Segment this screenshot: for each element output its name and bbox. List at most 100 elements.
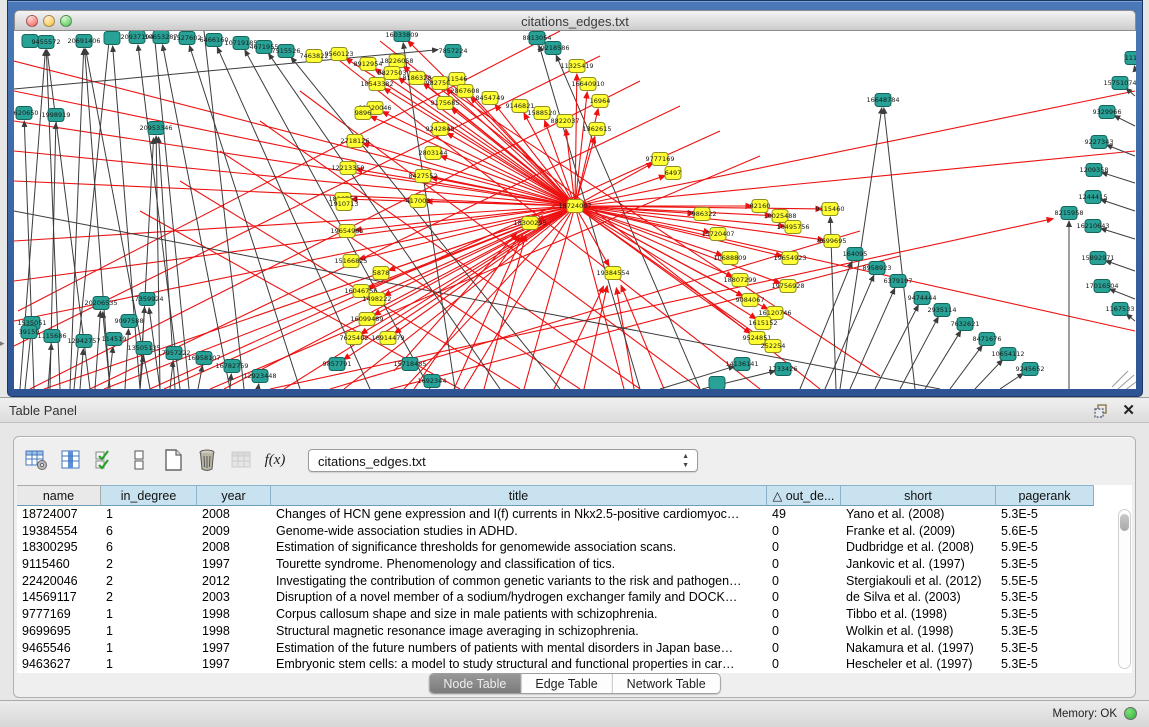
graph-node[interactable] xyxy=(709,377,725,390)
graph-node[interactable]: 2803144 xyxy=(419,147,448,160)
graph-node[interactable]: 9245652 xyxy=(1016,363,1045,376)
graph-node[interactable]: 20953346 xyxy=(139,122,172,135)
graph-node[interactable]: 9227343 xyxy=(1085,136,1114,149)
table-chooser-dropdown[interactable]: citations_edges.txt ▲▼ xyxy=(308,449,698,472)
graph-node[interactable]: 15720407 xyxy=(701,228,734,241)
graph-node[interactable]: 7625402 xyxy=(340,332,369,345)
select-all-icon[interactable] xyxy=(92,447,118,473)
graph-node[interactable]: 2620650 xyxy=(14,107,38,120)
graph-node[interactable]: 16033809 xyxy=(385,31,418,42)
column-header-name[interactable]: name xyxy=(17,485,101,506)
table-row[interactable]: 1830029562008Estimation of significance … xyxy=(17,539,1132,556)
graph-node[interactable]: 16964 xyxy=(590,95,611,108)
graph-node[interactable]: 20206535 xyxy=(84,297,117,310)
column-header-out_de[interactable]: △ out_de... xyxy=(767,485,841,506)
graph-node[interactable]: 1362615 xyxy=(583,123,612,136)
table-row[interactable]: 977716911998Corpus callosum shape and si… xyxy=(17,606,1132,623)
graph-node[interactable]: 6497 xyxy=(665,167,682,180)
table-row[interactable]: 1872400712008Changes of HCN gene express… xyxy=(17,506,1132,523)
graph-node[interactable]: 1115686 xyxy=(38,330,67,343)
graph-node[interactable]: 16648784 xyxy=(866,94,899,107)
table-row[interactable]: 911546021997Tourette syndrome. Phenomeno… xyxy=(17,556,1132,573)
graph-node[interactable]: 11546 xyxy=(447,73,468,86)
graph-node[interactable]: 7632621 xyxy=(951,318,980,331)
graph-node[interactable]: 8454749 xyxy=(476,92,505,105)
graph-node[interactable]: 1167533 xyxy=(1106,303,1135,316)
network-canvas[interactable]: 9455572206914062093719410653287152760264… xyxy=(14,31,1136,389)
function-builder-icon[interactable]: f(x) xyxy=(262,447,288,473)
graph-node[interactable]: 15751074 xyxy=(1103,77,1136,90)
graph-node[interactable]: 12942757 xyxy=(67,335,100,348)
graph-node[interactable]: 9474444 xyxy=(908,292,937,305)
splitpane-collapse-icon[interactable]: ▸ xyxy=(0,338,5,349)
graph-node[interactable]: 9175685 xyxy=(431,97,460,110)
graph-node[interactable]: 14136141 xyxy=(725,358,758,371)
graph-node[interactable]: 82160 xyxy=(750,200,771,213)
window-titlebar[interactable]: citations_edges.txt xyxy=(14,10,1136,31)
graph-node[interactable]: 9097588 xyxy=(115,315,144,328)
column-header-year[interactable]: year xyxy=(197,485,271,506)
tab-node-table[interactable]: Node Table xyxy=(429,674,521,693)
graph-node[interactable]: 9560123 xyxy=(325,48,354,61)
graph-node[interactable]: 2935114 xyxy=(928,304,957,317)
column-header-pagerank[interactable]: pagerank xyxy=(996,485,1094,506)
graph-node[interactable]: 12213359 xyxy=(331,162,364,175)
graph-node[interactable]: 10688809 xyxy=(713,252,746,265)
graph-node[interactable]: 8471676 xyxy=(973,333,1002,346)
graph-node[interactable]: 1910713 xyxy=(330,198,359,211)
graph-node[interactable]: 252254 xyxy=(761,340,786,353)
column-header-title[interactable]: title xyxy=(271,485,767,506)
graph-node[interactable]: 8215958 xyxy=(1055,207,1084,220)
table-row[interactable]: 1938455462009Genome-wide association stu… xyxy=(17,523,1132,540)
graph-node[interactable]: 1692344 xyxy=(418,375,447,388)
table-row[interactable]: 2242004622012Investigating the contribut… xyxy=(17,573,1132,590)
graph-node[interactable]: 18226058 xyxy=(380,55,413,68)
graph-node[interactable]: 12923448 xyxy=(243,370,276,383)
graph-node[interactable]: 19654985 xyxy=(330,225,363,238)
show-columns-icon[interactable] xyxy=(58,447,84,473)
graph-node[interactable]: 1112 xyxy=(1125,52,1136,65)
graph-node[interactable]: 1209358 xyxy=(1080,164,1109,177)
graph-node[interactable]: 5878 xyxy=(373,267,390,280)
graph-node[interactable]: 9896 xyxy=(355,107,372,120)
close-panel-icon[interactable]: ✕ xyxy=(1122,401,1135,419)
graph-node[interactable]: 1244415 xyxy=(1079,191,1108,204)
tab-network-table[interactable]: Network Table xyxy=(613,674,720,693)
graph-node[interactable]: 1998919 xyxy=(42,109,71,122)
graph-node[interactable]: 8822037 xyxy=(551,115,580,128)
graph-node[interactable]: 7857224 xyxy=(439,45,468,58)
float-panel-icon[interactable] xyxy=(1094,404,1109,418)
graph-node[interactable]: 19384554 xyxy=(596,267,629,280)
table-row[interactable]: 969969511998Structural magnetic resonanc… xyxy=(17,623,1132,640)
graph-node[interactable]: 417003 xyxy=(406,195,431,208)
table-mode-icon[interactable] xyxy=(24,447,50,473)
graph-node[interactable]: 9777169 xyxy=(646,153,675,166)
graph-node[interactable]: 1733426 xyxy=(769,363,798,376)
scrollbar-thumb[interactable] xyxy=(1120,514,1129,531)
graph-node[interactable]: 9699695 xyxy=(818,235,847,248)
graph-node[interactable]: 10654112 xyxy=(991,348,1024,361)
graph-node[interactable]: 16782759 xyxy=(215,360,248,373)
graph-node[interactable]: 18543382 xyxy=(360,78,393,91)
graph-node[interactable]: 1527602 xyxy=(173,32,202,45)
graph-node[interactable]: 164095 xyxy=(843,248,868,261)
graph-node[interactable]: 19756928 xyxy=(771,280,804,293)
graph-node[interactable]: 8427552 xyxy=(409,170,438,183)
graph-node[interactable]: 9857791 xyxy=(323,358,352,371)
graph-node[interactable]: 2718126 xyxy=(341,135,370,148)
new-column-icon[interactable] xyxy=(160,447,186,473)
delete-column-icon[interactable] xyxy=(194,447,220,473)
graph-node[interactable]: 6379197 xyxy=(884,275,913,288)
graph-node[interactable]: 8958923 xyxy=(863,262,892,275)
graph-node[interactable]: 19654923 xyxy=(773,252,806,265)
column-header-in_degree[interactable]: in_degree xyxy=(101,485,197,506)
graph-node[interactable]: 16210643 xyxy=(1076,220,1109,233)
table-row[interactable]: 946362711997Embryonic stem cells: a mode… xyxy=(17,656,1132,673)
graph-node[interactable] xyxy=(104,32,120,45)
row-pair-icon[interactable] xyxy=(126,447,152,473)
graph-node[interactable]: 7515526 xyxy=(272,45,301,58)
graph-node[interactable]: 16495756 xyxy=(776,221,809,234)
graph-node[interactable]: 39159 xyxy=(19,326,40,339)
graph-node[interactable]: 1615152 xyxy=(749,317,778,330)
column-header-short[interactable]: short xyxy=(841,485,996,506)
